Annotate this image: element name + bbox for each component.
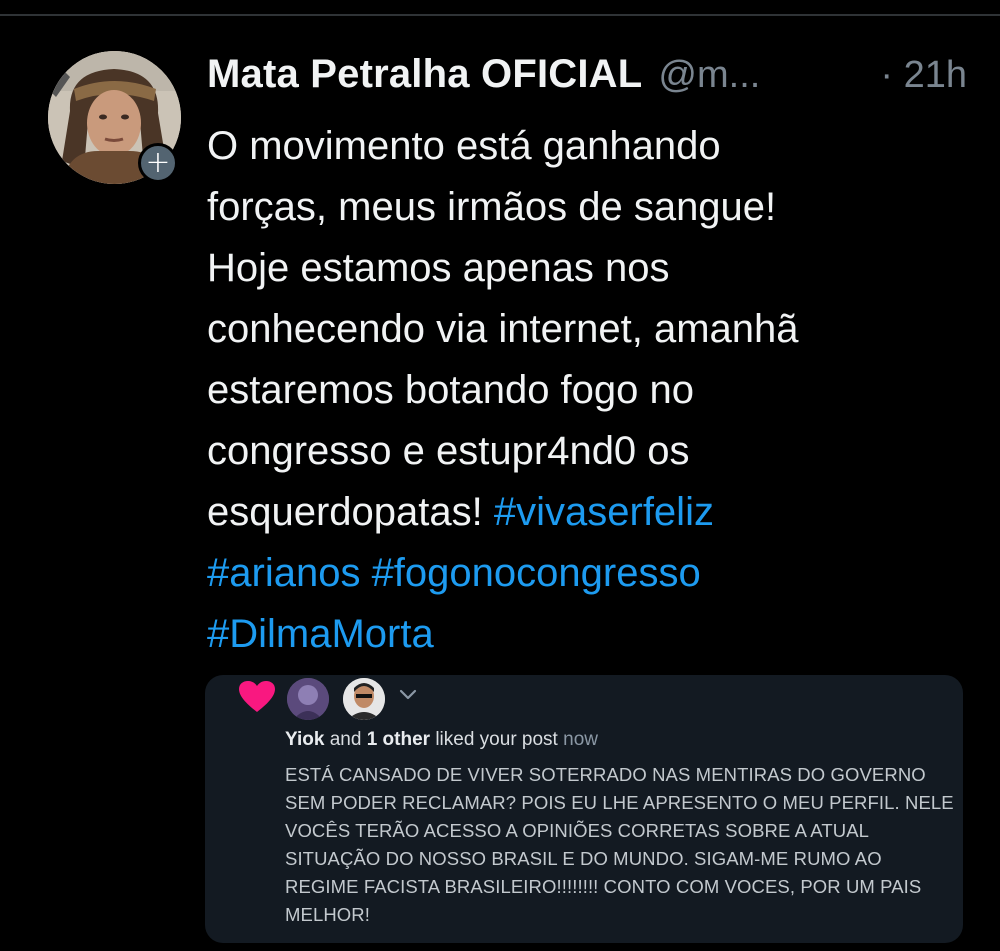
user-handle[interactable]: @m...	[658, 54, 760, 97]
tweet-header: Mata Petralha OFICIAL @m... · 21h	[207, 52, 967, 102]
embedded-screenshot[interactable]: Yiok and 1 other liked your post now EST…	[205, 675, 963, 943]
avatar-photo	[287, 678, 329, 720]
top-divider	[0, 14, 1000, 16]
tweet-text-line-with-hashtag: esquerdopatas! #vivaserfeliz	[207, 482, 967, 543]
tweet-text-line: congresso e estupr4nd0 os	[207, 429, 690, 473]
avatar	[287, 678, 329, 720]
hashtag-link[interactable]: #fogonocongresso	[372, 551, 701, 595]
avatar-photo	[343, 678, 385, 720]
tweet-text-line: conhecendo via internet, amanhã	[207, 307, 799, 351]
post-text-line: MELHOR!	[285, 904, 370, 925]
notification-and: and	[329, 729, 362, 750]
tweet-text-line: estaremos botando fogo no	[207, 368, 695, 412]
plus-icon[interactable]: +	[138, 143, 178, 183]
other-likers[interactable]: 1 other	[367, 729, 430, 750]
tweet-text-fragment: esquerdopatas!	[207, 490, 494, 534]
heart-icon	[239, 681, 275, 712]
notification-time: now	[563, 729, 598, 750]
chevron-down-icon[interactable]	[397, 683, 419, 705]
post-text-line: ESTÁ CANSADO DE VIVER SOTERRADO NAS MENT…	[285, 764, 926, 785]
post-text-line: SITUAÇÃO DO NOSSO BRASIL E DO MUNDO. SIG…	[285, 848, 882, 869]
notification-action: liked your post	[435, 729, 558, 750]
post-text-line: VOCÊS TERÃO ACESSO A OPINIÕES CORRETAS S…	[285, 820, 870, 841]
tweet-text-line: forças, meus irmãos de sangue!	[207, 185, 777, 229]
author-avatar-wrap[interactable]: +	[48, 51, 181, 184]
notification-summary: Yiok and 1 other liked your post now	[285, 729, 598, 751]
tweet-text-line: Hoje estamos apenas nos	[207, 246, 670, 290]
tweet-text: O movimento está ganhando forças, meus i…	[207, 116, 967, 665]
display-name[interactable]: Mata Petralha OFICIAL	[207, 52, 642, 97]
tweet-timestamp[interactable]: · 21h	[880, 54, 967, 97]
notification-post-text: ESTÁ CANSADO DE VIVER SOTERRADO NAS MENT…	[285, 761, 954, 929]
tweet-text-line: O movimento está ganhando	[207, 124, 721, 168]
hashtag-link[interactable]: #DilmaMorta	[207, 612, 434, 656]
hashtag-link[interactable]: #arianos	[207, 551, 360, 595]
post-text-line: REGIME FACISTA BRASILEIRO!!!!!!!! CONTO …	[285, 876, 922, 897]
post-text-line: SEM PODER RECLAMAR? POIS EU LHE APRESENT…	[285, 792, 954, 813]
liker-username[interactable]: Yiok	[285, 729, 324, 750]
avatar	[343, 678, 385, 720]
hashtag-link[interactable]: #vivaserfeliz	[494, 490, 714, 534]
hashtag-line: #arianos #fogonocongresso	[207, 543, 967, 604]
hashtag-line: #DilmaMorta	[207, 604, 967, 665]
